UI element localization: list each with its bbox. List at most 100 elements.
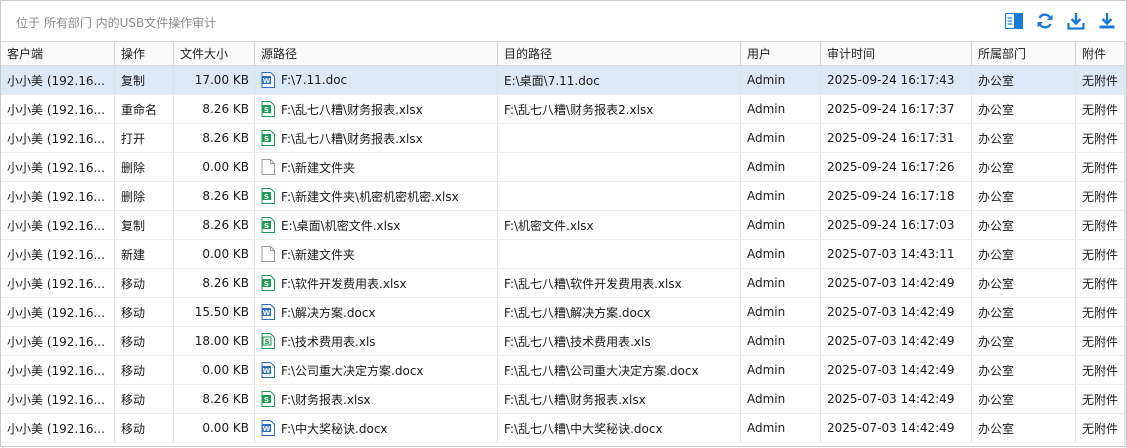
cell-operation: 复制 xyxy=(115,211,174,239)
cell-source-path-text: E:\桌面\机密文件.xlsx xyxy=(281,218,401,233)
word-icon: W xyxy=(261,362,275,378)
word-icon: W xyxy=(261,304,275,320)
columns-icon[interactable] xyxy=(1003,10,1025,32)
cell-file-size: 8.26 KB xyxy=(174,211,255,239)
table-row[interactable]: 小小美 (192.16... 打开 8.26 KB S F:\乱七八糟\财务报表.xls… xyxy=(1,124,1126,153)
cell-destination-path: E:\桌面\7.11.doc xyxy=(498,66,741,94)
cell-source-path: W F:\解决方案.docx xyxy=(255,298,498,326)
cell-client: 小小美 (192.16... xyxy=(1,153,115,181)
cell-department: 办公室 xyxy=(972,182,1076,210)
cell-source-path-text: F:\解决方案.docx xyxy=(281,305,376,320)
cell-file-size: 8.26 KB xyxy=(174,385,255,413)
table-row[interactable]: 小小美 (192.16... 删除 0.00 KB F:\新建文件夹 Admin 2025… xyxy=(1,153,1126,182)
toolbar xyxy=(1003,10,1118,32)
column-header-department[interactable]: 所属部门 xyxy=(972,42,1076,65)
cell-client: 小小美 (192.16... xyxy=(1,95,115,123)
table-row[interactable]: 小小美 (192.16... 移动 0.00 KB W F:\中大奖秘诀.docx F:\… xyxy=(1,414,1126,443)
cell-audit-time: 2025-09-24 16:17:31 xyxy=(821,124,972,152)
svg-text:S: S xyxy=(264,338,269,346)
cell-source-path: W F:\中大奖秘诀.docx xyxy=(255,414,498,442)
cell-file-size: 0.00 KB xyxy=(174,153,255,181)
cell-attachment: 无附件 xyxy=(1082,334,1119,349)
column-header-audit-time[interactable]: 审计时间 xyxy=(821,42,972,65)
column-header-source-path[interactable]: 源路径 xyxy=(255,42,498,65)
cell-user: Admin xyxy=(741,66,821,94)
table-row[interactable]: 小小美 (192.16... 删除 8.26 KB S F:\新建文件夹\机密机密机密.… xyxy=(1,182,1126,211)
cell-operation: 复制 xyxy=(115,66,174,94)
cell-user: Admin xyxy=(741,269,821,297)
cell-operation: 移动 xyxy=(115,327,174,355)
column-header-operation[interactable]: 操作 xyxy=(115,42,174,65)
export-icon[interactable] xyxy=(1096,10,1118,32)
cell-source-path-text: F:\新建文件夹 xyxy=(281,160,356,175)
table-row[interactable]: 小小美 (192.16... 移动 8.26 KB S F:\财务报表.xlsx F:\乱… xyxy=(1,385,1126,414)
cell-source-path: F:\新建文件夹 xyxy=(255,240,498,268)
download-icon[interactable] xyxy=(1065,10,1087,32)
cell-audit-time: 2025-09-24 16:17:37 xyxy=(821,95,972,123)
cell-attachment: 无附件 xyxy=(1082,421,1119,436)
column-header-attachment[interactable]: 附件 xyxy=(1076,42,1126,65)
column-header-destination-path[interactable]: 目的路径 xyxy=(498,42,741,65)
cell-client: 小小美 (192.16... xyxy=(1,240,115,268)
cell-source-path: S F:\软件开发费用表.xlsx xyxy=(255,269,498,297)
table-row[interactable]: 小小美 (192.16... 移动 15.50 KB W F:\解决方案.docx F:\… xyxy=(1,298,1126,327)
cell-operation: 删除 xyxy=(115,153,174,181)
svg-text:S: S xyxy=(264,106,269,114)
cell-attachment: 无附件 xyxy=(1082,73,1119,88)
refresh-icon[interactable] xyxy=(1034,10,1056,32)
cell-user: Admin xyxy=(741,182,821,210)
cell-source-path-text: F:\中大奖秘诀.docx xyxy=(281,421,388,436)
cell-user: Admin xyxy=(741,414,821,442)
column-header-user[interactable]: 用户 xyxy=(741,42,821,65)
cell-audit-time: 2025-07-03 14:42:49 xyxy=(821,356,972,384)
cell-department: 办公室 xyxy=(972,414,1076,442)
cell-source-path: S F:\新建文件夹\机密机密机密.xlsx xyxy=(255,182,498,210)
cell-operation: 打开 xyxy=(115,124,174,152)
cell-destination-path xyxy=(498,124,741,152)
word-icon: W xyxy=(261,420,275,436)
cell-attachment: 无附件 xyxy=(1082,218,1119,233)
cell-user: Admin xyxy=(741,385,821,413)
table-row[interactable]: 小小美 (192.16... 新建 0.00 KB F:\新建文件夹 Admin 2025… xyxy=(1,240,1126,269)
svg-text:S: S xyxy=(264,280,269,288)
svg-text:W: W xyxy=(263,425,271,433)
cell-user: Admin xyxy=(741,240,821,268)
cell-source-path: S E:\桌面\机密文件.xlsx xyxy=(255,211,498,239)
cell-destination-path: F:\乱七八糟\公司重大决定方案.docx xyxy=(498,356,741,384)
cell-attachment: 无附件 xyxy=(1082,102,1119,117)
cell-audit-time: 2025-09-24 16:17:26 xyxy=(821,153,972,181)
cell-client: 小小美 (192.16... xyxy=(1,211,115,239)
cell-source-path-text: F:\乱七八糟\财务报表.xlsx xyxy=(281,131,423,146)
cell-file-size: 15.50 KB xyxy=(174,298,255,326)
column-header-client[interactable]: 客户端 xyxy=(1,42,115,65)
cell-client: 小小美 (192.16... xyxy=(1,182,115,210)
cell-destination-path: F:\乱七八糟\解决方案.docx xyxy=(498,298,741,326)
cell-client: 小小美 (192.16... xyxy=(1,327,115,355)
usb-audit-panel: 位于 所有部门 内的USB文件操作审计 客户端 操作 文件大小 源路径 目的路径… xyxy=(0,0,1127,448)
audit-table: 客户端 操作 文件大小 源路径 目的路径 用户 审计时间 所属部门 附件 小小美… xyxy=(1,41,1126,443)
cell-source-path-text: F:\乱七八糟\财务报表.xlsx xyxy=(281,102,423,117)
cell-source-path: S F:\乱七八糟\财务报表.xlsx xyxy=(255,95,498,123)
cell-user: Admin xyxy=(741,95,821,123)
cell-attachment: 无附件 xyxy=(1082,189,1119,204)
table-row[interactable]: 小小美 (192.16... 移动 0.00 KB W F:\公司重大决定方案.docx… xyxy=(1,356,1126,385)
excel-icon: S xyxy=(261,275,275,291)
word-icon: W xyxy=(261,72,275,88)
column-header-file-size[interactable]: 文件大小 xyxy=(174,42,255,65)
table-row[interactable]: 小小美 (192.16... 移动 8.26 KB S F:\软件开发费用表.xlsx F… xyxy=(1,269,1126,298)
excel-icon: S xyxy=(261,391,275,407)
cell-attachment: 无附件 xyxy=(1082,276,1119,291)
svg-text:S: S xyxy=(264,396,269,404)
cell-department: 办公室 xyxy=(972,95,1076,123)
table-row[interactable]: 小小美 (192.16... 复制 8.26 KB S E:\桌面\机密文件.xlsx F… xyxy=(1,211,1126,240)
cell-audit-time: 2025-09-24 16:17:03 xyxy=(821,211,972,239)
cell-attachment: 无附件 xyxy=(1082,305,1119,320)
vertical-scrollbar[interactable] xyxy=(1124,41,1126,448)
cell-operation: 移动 xyxy=(115,269,174,297)
table-row[interactable]: 小小美 (192.16... 复制 17.00 KB W F:\7.11.doc E:\桌… xyxy=(1,66,1126,95)
table-row[interactable]: 小小美 (192.16... 移动 18.00 KB S F:\技术费用表.xls F:\… xyxy=(1,327,1126,356)
svg-text:W: W xyxy=(263,77,271,85)
cell-source-path-text: F:\新建文件夹\机密机密机密.xlsx xyxy=(281,189,459,204)
table-row[interactable]: 小小美 (192.16... 重命名 8.26 KB S F:\乱七八糟\财务报表.xl… xyxy=(1,95,1126,124)
cell-destination-path: F:\乱七八糟\财务报表2.xlsx xyxy=(498,95,741,123)
